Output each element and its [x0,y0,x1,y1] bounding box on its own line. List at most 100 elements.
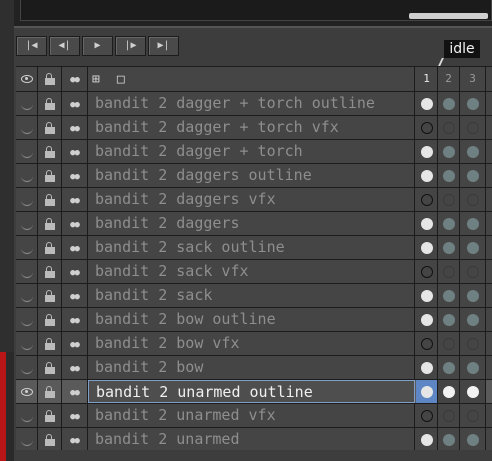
layer-continuous-toggle[interactable]: ●● [62,260,88,283]
frame-header-2[interactable]: 2 [438,67,460,91]
layer-visibility-toggle[interactable] [16,116,38,139]
cel-frame-1[interactable] [416,164,438,187]
layer-lock-toggle[interactable] [38,380,62,403]
layer-continuous-toggle[interactable]: ●● [62,356,88,379]
cel-frame-1[interactable] [416,92,438,115]
cel-frame-3[interactable] [460,140,486,163]
layer-visibility-toggle[interactable] [16,236,38,259]
cel-frame-2[interactable] [438,332,460,355]
layer-name[interactable]: bandit 2 sack [88,284,415,307]
frame-header-1[interactable]: 1 [416,67,438,91]
horizontal-scrollbar[interactable] [409,13,488,19]
layer-name[interactable]: bandit 2 dagger + torch outline [88,92,415,115]
prev-frame-button[interactable]: ◀| [49,36,80,56]
layer-continuous-toggle[interactable]: ●● [62,188,88,211]
layer-visibility-toggle[interactable] [16,188,38,211]
layer-continuous-toggle[interactable]: ●● [62,284,88,307]
layer-continuous-toggle[interactable]: ●● [62,164,88,187]
new-layer-icon[interactable]: □ [117,72,125,87]
cel-frame-3[interactable] [460,260,486,283]
play-button[interactable]: ▶ [82,36,113,56]
layer-lock-toggle[interactable] [38,116,62,139]
layer-row[interactable]: ●● bandit 2 bow vfx [16,332,492,356]
layer-lock-toggle[interactable] [38,212,62,235]
cel-frame-1[interactable] [416,356,438,379]
cel-frame-1[interactable] [416,332,438,355]
cel-frame-3[interactable] [460,332,486,355]
cel-frame-2[interactable] [438,284,460,307]
layer-row[interactable]: ●● bandit 2 daggers vfx [16,188,492,212]
layer-visibility-toggle[interactable] [16,212,38,235]
layer-continuous-toggle[interactable]: ●● [62,116,88,139]
layer-lock-toggle[interactable] [38,140,62,163]
cel-frame-1[interactable] [416,188,438,211]
layer-visibility-toggle[interactable] [16,92,38,115]
layer-name[interactable]: bandit 2 dagger + torch vfx [88,116,415,139]
layer-name[interactable]: bandit 2 sack vfx [88,260,415,283]
layer-lock-toggle[interactable] [38,356,62,379]
layer-visibility-toggle[interactable] [16,380,38,403]
cel-frame-3[interactable] [460,428,486,451]
layer-lock-toggle[interactable] [38,92,62,115]
layer-continuous-toggle[interactable]: ●● [62,380,88,403]
cel-frame-2[interactable] [438,92,460,115]
cel-frame-1[interactable] [416,308,438,331]
cel-frame-2[interactable] [438,164,460,187]
layer-lock-toggle[interactable] [38,284,62,307]
layer-continuous-toggle[interactable]: ●● [62,236,88,259]
frame-header-3[interactable]: 3 [460,67,486,91]
cel-frame-2[interactable] [438,260,460,283]
layer-name[interactable]: bandit 2 unarmed outline [88,380,415,403]
layer-visibility-toggle[interactable] [16,428,38,451]
layer-name[interactable]: bandit 2 dagger + torch [88,140,415,163]
cel-frame-2[interactable] [438,356,460,379]
layer-continuous-toggle[interactable]: ●● [62,332,88,355]
layer-lock-toggle[interactable] [38,164,62,187]
layer-lock-toggle[interactable] [38,308,62,331]
cel-frame-2[interactable] [438,428,460,451]
header-lock-cell[interactable] [38,67,62,91]
layer-continuous-toggle[interactable]: ●● [62,212,88,235]
layer-visibility-toggle[interactable] [16,404,38,427]
layer-name[interactable]: bandit 2 bow outline [88,308,415,331]
header-link-cell[interactable]: ●● [62,67,88,91]
layer-visibility-toggle[interactable] [16,164,38,187]
cel-frame-3[interactable] [460,380,486,403]
layer-name[interactable]: bandit 2 bow vfx [88,332,415,355]
first-frame-button[interactable]: |◀ [16,36,47,56]
layer-name[interactable]: bandit 2 unarmed [88,428,415,451]
cel-frame-1[interactable] [416,284,438,307]
layer-lock-toggle[interactable] [38,236,62,259]
layer-name[interactable]: bandit 2 bow [88,356,415,379]
cel-frame-3[interactable] [460,356,486,379]
layer-row[interactable]: ●● bandit 2 sack outline [16,236,492,260]
layer-row[interactable]: ●● bandit 2 daggers outline [16,164,492,188]
cel-frame-3[interactable] [460,164,486,187]
layer-lock-toggle[interactable] [38,428,62,451]
cel-frame-1[interactable] [416,428,438,451]
layer-row[interactable]: ●● bandit 2 unarmed [16,428,492,452]
layer-row[interactable]: ●● bandit 2 unarmed outline [16,380,492,404]
cel-frame-3[interactable] [460,308,486,331]
cel-frame-3[interactable] [460,212,486,235]
layer-name[interactable]: bandit 2 daggers vfx [88,188,415,211]
layer-visibility-toggle[interactable] [16,356,38,379]
cel-frame-3[interactable] [460,404,486,427]
layer-row[interactable]: ●● bandit 2 dagger + torch vfx [16,116,492,140]
cel-frame-2[interactable] [438,404,460,427]
cel-frame-1[interactable] [416,140,438,163]
layer-name[interactable]: bandit 2 unarmed vfx [88,404,415,427]
layer-lock-toggle[interactable] [38,188,62,211]
cel-frame-3[interactable] [460,236,486,259]
layer-row[interactable]: ●● bandit 2 dagger + torch [16,140,492,164]
cel-frame-1[interactable] [416,404,438,427]
layer-row[interactable]: ●● bandit 2 sack vfx [16,260,492,284]
cel-frame-1[interactable] [416,380,438,403]
cel-frame-3[interactable] [460,92,486,115]
cel-frame-1[interactable] [416,116,438,139]
layer-visibility-toggle[interactable] [16,332,38,355]
cel-frame-2[interactable] [438,116,460,139]
layer-visibility-toggle[interactable] [16,260,38,283]
layer-continuous-toggle[interactable]: ●● [62,428,88,451]
layer-row[interactable]: ●● bandit 2 sack [16,284,492,308]
